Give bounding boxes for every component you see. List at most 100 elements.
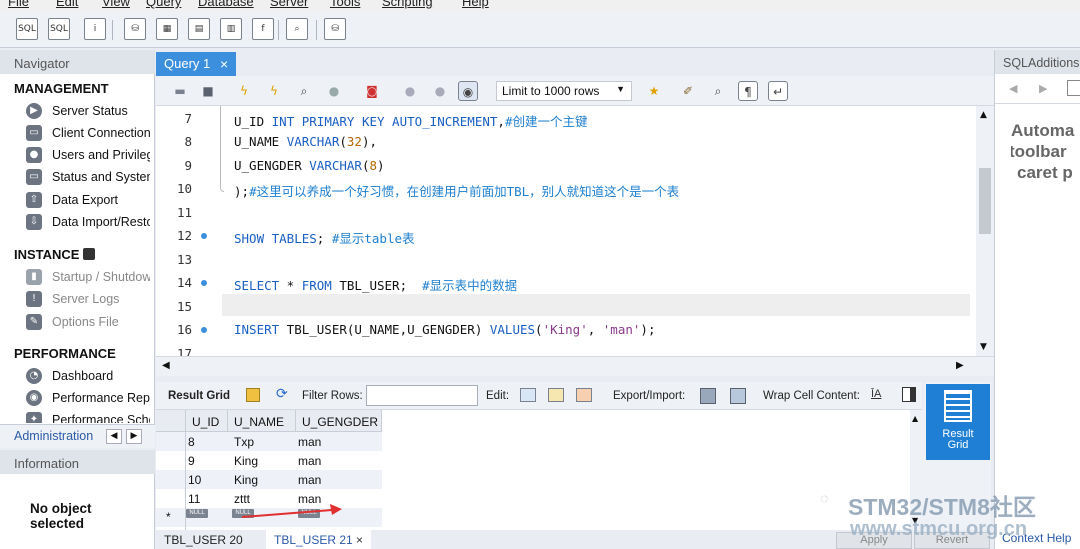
reconnect-icon[interactable]: ⛁: [324, 18, 346, 40]
delete-row-icon[interactable]: [576, 388, 592, 402]
line-number: 13: [176, 252, 192, 267]
nav-dashboard[interactable]: ◔ Dashboard: [26, 367, 150, 385]
close-icon[interactable]: ×: [356, 533, 363, 547]
menu-server[interactable]: Server: [270, 0, 308, 9]
tab-scroll-right-icon[interactable]: ▶: [126, 429, 142, 444]
nav-data-import[interactable]: ⇩ Data Import/Restore: [26, 213, 150, 231]
import-icon[interactable]: [730, 388, 746, 404]
editor-vertical-scrollbar[interactable]: ▲ ▼: [976, 106, 994, 356]
tab-scroll-left-icon[interactable]: ◀: [106, 429, 122, 444]
sqladditions-nav: ◀ ▶: [995, 76, 1080, 104]
edit-row-icon[interactable]: [520, 388, 536, 402]
chevron-right-icon[interactable]: ▶: [956, 360, 964, 371]
menu-view[interactable]: View: [102, 0, 130, 9]
line-number: 14: [176, 275, 192, 290]
edit-label: Edit:: [486, 390, 510, 402]
nav-status-variables[interactable]: ▭ Status and System Variables: [26, 168, 150, 186]
export-icon: ⇧: [26, 192, 42, 208]
tab-tbl-user-21[interactable]: TBL_USER 21 ×: [266, 530, 372, 549]
nav-item-label: Startup / Shutdown: [52, 270, 150, 284]
grid-view-icon[interactable]: [246, 388, 260, 402]
refresh-icon[interactable]: ⟳: [276, 386, 288, 402]
nav-users-privileges[interactable]: ● Users and Privileges: [26, 146, 150, 164]
stop-icon[interactable]: ●: [324, 81, 344, 101]
menu-edit[interactable]: Edit: [56, 0, 78, 9]
nav-item-label: Data Import/Restore: [52, 215, 150, 229]
menu-scripting[interactable]: Scripting: [382, 0, 433, 9]
nav-item-label: Performance Reports: [52, 391, 150, 405]
execute-current-icon[interactable]: ϟ: [264, 81, 284, 101]
result-grid-label: Result Grid: [168, 390, 230, 402]
insert-row-icon[interactable]: [548, 388, 564, 402]
new-sql-tab-icon[interactable]: SQL: [16, 18, 38, 40]
create-procedure-icon[interactable]: ▥: [220, 18, 242, 40]
export-icon[interactable]: [700, 388, 716, 404]
nav-options-file[interactable]: ✎ Options File: [26, 313, 150, 331]
no-object-message: No object selected: [30, 501, 92, 531]
sql-editor[interactable]: 7 8 9 10 11 12 13 14 15 16 17 U_ID INT P…: [156, 106, 976, 356]
menu-query[interactable]: Query: [146, 0, 181, 9]
menu-tools[interactable]: Tools: [330, 0, 360, 9]
menu-database[interactable]: Database: [198, 0, 254, 9]
wrap-cell-label: Wrap Cell Content:: [763, 390, 860, 402]
menu-help[interactable]: Help: [462, 0, 489, 9]
open-sql-script-icon[interactable]: SQL: [48, 18, 70, 40]
open-file-icon[interactable]: ▬: [170, 81, 190, 101]
menu-file[interactable]: File: [8, 0, 29, 9]
nav-performance-reports[interactable]: ◉ Performance Reports: [26, 389, 150, 407]
forward-icon[interactable]: ▶: [1039, 82, 1047, 95]
chevron-up-icon[interactable]: ▲: [980, 110, 987, 120]
chevron-down-icon[interactable]: ▼: [980, 342, 987, 352]
editor-horizontal-scrollbar[interactable]: ◀ ▶: [156, 356, 994, 376]
monitor-icon: ▭: [26, 125, 42, 141]
wrap-lines-icon[interactable]: ↵: [768, 81, 788, 101]
create-function-icon[interactable]: f: [252, 18, 274, 40]
beautify-icon[interactable]: ✐: [678, 81, 698, 101]
limit-rows-select[interactable]: Limit to 1000 rows ▼: [496, 81, 632, 101]
navigator-tabs: Administration ◀ ▶: [0, 424, 155, 448]
find-icon[interactable]: ⌕: [708, 81, 728, 101]
wrap-cell-icon[interactable]: ĪA: [871, 388, 881, 400]
play-icon: ▶: [26, 103, 42, 119]
commit-icon[interactable]: ●: [400, 81, 420, 101]
execute-icon[interactable]: ϟ: [234, 81, 254, 101]
chevron-up-icon[interactable]: ▲: [912, 414, 918, 423]
nav-item-label: Dashboard: [52, 369, 114, 383]
nav-item-label: Client Connections: [52, 126, 150, 140]
chevron-left-icon[interactable]: ◀: [162, 360, 170, 371]
nav-performance-schema[interactable]: ✦ Performance Schema Setup: [26, 411, 150, 423]
tab-query-1[interactable]: Query 1 ×: [156, 52, 236, 76]
toggle-panel-icon[interactable]: [902, 387, 916, 402]
menu-bar: File Edit View Query Database Server Too…: [0, 0, 1080, 12]
nav-server-status[interactable]: ▶ Server Status: [26, 102, 150, 120]
back-icon[interactable]: ◀: [1009, 82, 1017, 95]
search-table-data-icon[interactable]: ⌕: [286, 18, 308, 40]
result-grid-button[interactable]: Result Grid: [926, 384, 990, 460]
rollback-icon[interactable]: ●: [430, 81, 450, 101]
result-grid[interactable]: U_ID U_NAME U_GENGDER 8 Txp man 9 King m…: [156, 410, 910, 530]
explain-icon[interactable]: ⌕: [294, 81, 314, 101]
tab-administration[interactable]: Administration: [14, 429, 93, 443]
create-schema-icon[interactable]: ⛁: [124, 18, 146, 40]
autocommit-icon[interactable]: ◉: [458, 81, 478, 101]
create-view-icon[interactable]: ▤: [188, 18, 210, 40]
nav-item-label: Users and Privileges: [52, 148, 150, 162]
information-header: Information: [0, 450, 155, 474]
filter-rows-input[interactable]: [366, 385, 478, 406]
nav-client-connections[interactable]: ▭ Client Connections: [26, 124, 150, 142]
save-icon[interactable]: ■: [198, 81, 218, 101]
scrollbar-thumb[interactable]: [979, 168, 991, 234]
nav-data-export[interactable]: ⇧ Data Export: [26, 191, 150, 209]
object-inspector-icon[interactable]: i: [84, 18, 106, 40]
nav-server-logs[interactable]: ! Server Logs: [26, 290, 150, 308]
nav-item-label: Performance Schema Setup: [52, 413, 150, 423]
close-icon[interactable]: ×: [220, 56, 228, 72]
schema-setup-icon: ✦: [26, 412, 42, 423]
toggle-continue-icon[interactable]: ◙: [362, 81, 382, 101]
nav-startup-shutdown[interactable]: ▮ Startup / Shutdown: [26, 268, 150, 286]
tab-tbl-user-20[interactable]: TBL_USER 20: [156, 530, 251, 549]
create-table-icon[interactable]: ▦: [156, 18, 178, 40]
add-snippet-icon[interactable]: ★: [644, 81, 664, 101]
invisible-chars-icon[interactable]: ¶: [738, 81, 758, 101]
snippet-icon[interactable]: [1067, 80, 1080, 96]
